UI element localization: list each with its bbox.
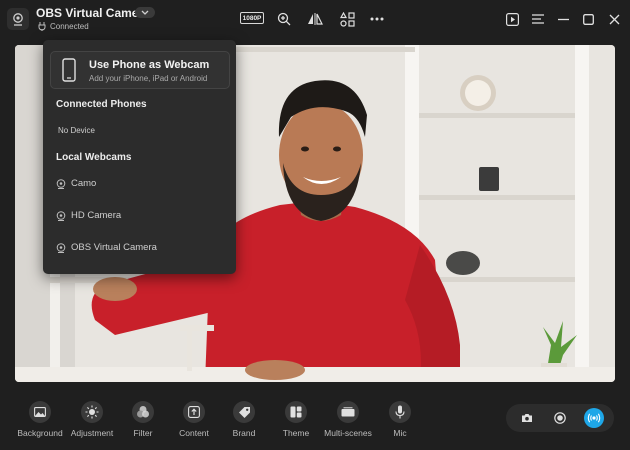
tool-theme[interactable]: Theme bbox=[266, 401, 326, 438]
play-button[interactable] bbox=[502, 10, 522, 28]
tool-label: Theme bbox=[282, 428, 310, 438]
shapes-icon bbox=[339, 11, 355, 27]
image-icon bbox=[29, 401, 51, 423]
menu-button[interactable] bbox=[528, 10, 548, 28]
live-broadcast-button[interactable] bbox=[584, 408, 604, 428]
title-bar: OBS Virtual Camera Connected 1080P bbox=[0, 0, 630, 40]
plug-icon bbox=[38, 22, 46, 31]
camera-icon bbox=[522, 414, 532, 422]
maximize-icon bbox=[582, 13, 594, 25]
camera-dropdown-button[interactable] bbox=[135, 7, 155, 18]
tool-label: Mic bbox=[393, 428, 407, 438]
tool-mic[interactable]: Mic bbox=[370, 401, 430, 438]
webcam-item-camo[interactable]: Camo bbox=[56, 178, 96, 189]
hamburger-icon bbox=[532, 14, 544, 24]
webcam-icon bbox=[56, 242, 66, 253]
tag-icon bbox=[233, 401, 255, 423]
minimize-button[interactable] bbox=[553, 10, 573, 28]
phone-card-subtitle: Add your iPhone, iPad or Android bbox=[89, 74, 208, 83]
webcam-item-label: OBS Virtual Camera bbox=[71, 242, 157, 253]
zoom-in-icon bbox=[277, 12, 291, 26]
capture-controls bbox=[506, 404, 614, 432]
status-text: Connected bbox=[50, 22, 89, 31]
mirror-button[interactable] bbox=[305, 10, 325, 28]
sun-icon bbox=[81, 401, 103, 423]
tool-multi-scenes[interactable]: Multi-scenes bbox=[318, 401, 378, 438]
upload-icon bbox=[183, 401, 205, 423]
record-icon bbox=[554, 412, 566, 424]
close-button[interactable] bbox=[604, 10, 624, 28]
more-button[interactable] bbox=[367, 10, 387, 28]
record-button[interactable] bbox=[550, 408, 570, 428]
connected-phones-heading: Connected Phones bbox=[56, 99, 147, 110]
local-webcams-heading: Local Webcams bbox=[56, 152, 132, 163]
play-icon bbox=[505, 12, 519, 26]
tool-label: Content bbox=[179, 428, 209, 438]
minimize-icon bbox=[557, 18, 569, 20]
mic-icon bbox=[389, 401, 411, 423]
resolution-button[interactable]: 1080P bbox=[240, 12, 264, 24]
broadcast-icon bbox=[587, 413, 601, 423]
webcam-item-label: Camo bbox=[71, 178, 97, 189]
close-icon bbox=[609, 14, 619, 24]
tool-label: Multi-scenes bbox=[324, 428, 372, 438]
more-dots-icon bbox=[370, 17, 384, 21]
phone-icon bbox=[62, 58, 76, 87]
tool-label: Background bbox=[17, 428, 63, 438]
tool-brand[interactable]: Brand bbox=[214, 401, 274, 438]
theme-icon bbox=[285, 401, 307, 423]
connection-status: Connected bbox=[38, 22, 89, 31]
webcam-item-label: HD Camera bbox=[71, 210, 122, 221]
mirror-icon bbox=[308, 13, 323, 25]
maximize-button[interactable] bbox=[578, 10, 598, 28]
app-title: OBS Virtual Camera bbox=[36, 6, 150, 20]
no-device-text: No Device bbox=[58, 126, 95, 135]
zoom-button[interactable] bbox=[274, 10, 294, 28]
tool-label: Adjustment bbox=[70, 428, 114, 438]
layout-button[interactable] bbox=[337, 10, 357, 28]
tool-background[interactable]: Background bbox=[10, 401, 70, 438]
webcam-icon bbox=[56, 178, 66, 189]
tool-label: Brand bbox=[232, 428, 256, 438]
webcam-app-icon[interactable] bbox=[7, 8, 29, 30]
chevron-down-icon bbox=[141, 10, 149, 15]
webcam-item-hd-camera[interactable]: HD Camera bbox=[56, 210, 121, 221]
webcam-item-obs-virtual-camera[interactable]: OBS Virtual Camera bbox=[56, 242, 157, 253]
camera-source-menu: Use Phone as Webcam Add your iPhone, iPa… bbox=[43, 40, 236, 274]
webcam-icon bbox=[56, 210, 66, 221]
snapshot-button[interactable] bbox=[517, 408, 537, 428]
use-phone-as-webcam-button[interactable]: Use Phone as Webcam Add your iPhone, iPa… bbox=[50, 51, 230, 89]
scenes-icon bbox=[337, 401, 359, 423]
bottom-toolbar: Background Adjustment Filter Content Bra… bbox=[0, 387, 630, 450]
phone-card-title: Use Phone as Webcam bbox=[89, 59, 210, 71]
tool-label: Filter bbox=[133, 428, 153, 438]
filter-icon bbox=[132, 401, 154, 423]
